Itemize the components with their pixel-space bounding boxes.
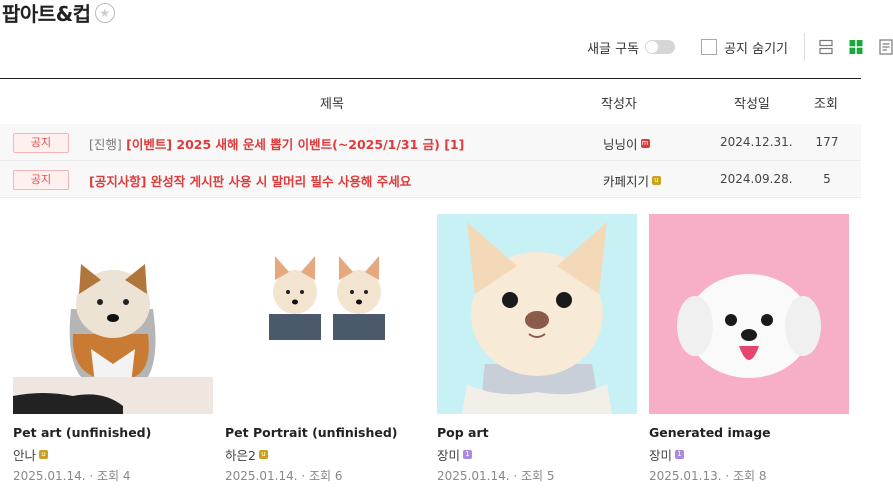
star-icon[interactable]: ★ [94, 2, 115, 23]
manager-level-icon: m [640, 139, 650, 148]
board-title: 팝아트&컵 ★ [2, 0, 115, 27]
hide-notice-checkbox[interactable] [701, 39, 718, 55]
header-subject: 제목 [320, 97, 344, 112]
level-icon: u [258, 450, 268, 459]
notice-tag: [진행] [89, 137, 122, 152]
post-card[interactable]: Generated image 장미 1 2025.01.13. · 조회 8 [649, 214, 849, 484]
notice-badge: 공지 [13, 133, 69, 153]
notice-author[interactable]: 닝닝이 m [603, 134, 650, 153]
table-header: 제목 작성자 작성일 조회 [0, 79, 861, 123]
post-author[interactable]: 하은2 u [225, 445, 425, 464]
board-title-text: 팝아트&컵 [2, 2, 91, 26]
post-author[interactable]: 장미 1 [649, 445, 849, 464]
list-view-icon[interactable] [819, 39, 833, 55]
post-title[interactable]: Pop art [437, 425, 637, 440]
header-views: 조회 [814, 97, 838, 112]
post-author-name[interactable]: 안나 [13, 445, 36, 464]
notice-date: 2024.12.31. [720, 135, 793, 149]
post-meta: 2025.01.13. · 조회 8 [649, 467, 849, 484]
post-card[interactable]: Pop art 장미 1 2025.01.14. · 조회 5 [437, 214, 637, 484]
post-date: 2025.01.14. [437, 469, 510, 483]
pop-art-dog-image [437, 214, 637, 414]
post-thumbnail[interactable] [225, 214, 425, 414]
notice-views: 177 [815, 135, 839, 149]
header-date: 작성일 [734, 97, 770, 112]
post-author[interactable]: 장미 1 [437, 445, 637, 464]
notice-author[interactable]: 카페지기 u [603, 171, 662, 190]
subscribe-toggle[interactable] [645, 40, 676, 54]
notice-subject[interactable]: [진행] [이벤트] 2025 새해 운세 뽑기 이벤트(~2025/1/31 … [89, 134, 464, 153]
post-thumbnail[interactable] [649, 214, 849, 414]
hide-notice-label[interactable]: 공지 숨기기 [724, 38, 788, 57]
post-card[interactable]: Pet Portrait (unfinished) 하은2 u 2025.01.1… [225, 214, 425, 484]
notice-badge: 공지 [13, 170, 69, 190]
notice-author-name[interactable]: 카페지기 [603, 171, 649, 190]
notice-author-name[interactable]: 닝닝이 [603, 134, 638, 153]
post-author-name[interactable]: 장미 [649, 445, 672, 464]
post-author-name[interactable]: 장미 [437, 445, 460, 464]
post-meta: 2025.01.14. · 조회 4 [13, 467, 213, 484]
post-views: · 조회 4 [89, 469, 131, 483]
post-meta: 2025.01.14. · 조회 6 [225, 467, 425, 484]
post-meta: 2025.01.14. · 조회 5 [437, 467, 637, 484]
dog-portrait-image [225, 214, 425, 414]
subscribe-label: 새글 구독 [587, 41, 640, 57]
level-icon: u [652, 176, 662, 185]
notice-subject[interactable]: [공지사항] 완성작 게시판 사용 시 말머리 필수 사용해 주세요 [89, 171, 411, 190]
notice-subject-text[interactable]: [이벤트] 2025 새해 운세 뽑기 이벤트(~2025/1/31 금) [1… [126, 137, 464, 152]
post-card[interactable]: Pet art (unfinished) 안나 u 2025.01.14. · 조… [13, 214, 213, 484]
post-title[interactable]: Pet Portrait (unfinished) [225, 425, 425, 440]
level-icon: 1 [463, 450, 473, 459]
notice-date: 2024.09.28. [720, 172, 793, 186]
post-views: · 조회 8 [725, 469, 767, 483]
notice-row[interactable]: 공지 [진행] [이벤트] 2025 새해 운세 뽑기 이벤트(~2025/1/… [0, 124, 861, 161]
level-icon: u [39, 450, 49, 459]
post-thumbnail[interactable] [13, 214, 213, 414]
post-title[interactable]: Generated image [649, 425, 849, 440]
notice-subject-text[interactable]: [공지사항] 완성작 게시판 사용 시 말머리 필수 사용해 주세요 [89, 174, 411, 189]
post-title[interactable]: Pet art (unfinished) [13, 425, 213, 440]
post-author-name[interactable]: 하은2 [225, 445, 256, 464]
maltese-dog-image [649, 214, 849, 414]
dog-cartoon-image [13, 214, 213, 414]
post-views: · 조회 6 [301, 469, 343, 483]
notice-row[interactable]: 공지 [공지사항] 완성작 게시판 사용 시 말머리 필수 사용해 주세요 카페… [0, 161, 861, 198]
header-author: 작성자 [601, 97, 637, 112]
toolbar-divider [804, 33, 805, 61]
level-icon: 1 [675, 450, 685, 459]
post-date: 2025.01.14. [225, 469, 298, 483]
notice-views: 5 [823, 172, 831, 186]
post-date: 2025.01.13. [649, 469, 722, 483]
post-views: · 조회 5 [513, 469, 555, 483]
post-thumbnail[interactable] [437, 214, 637, 414]
post-author[interactable]: 안나 u [13, 445, 213, 464]
card-view-icon[interactable] [879, 39, 893, 55]
post-date: 2025.01.14. [13, 469, 86, 483]
board-toolbar: 새글 구독 공지 숨기기 [587, 33, 893, 61]
grid-view-icon[interactable] [849, 39, 863, 55]
